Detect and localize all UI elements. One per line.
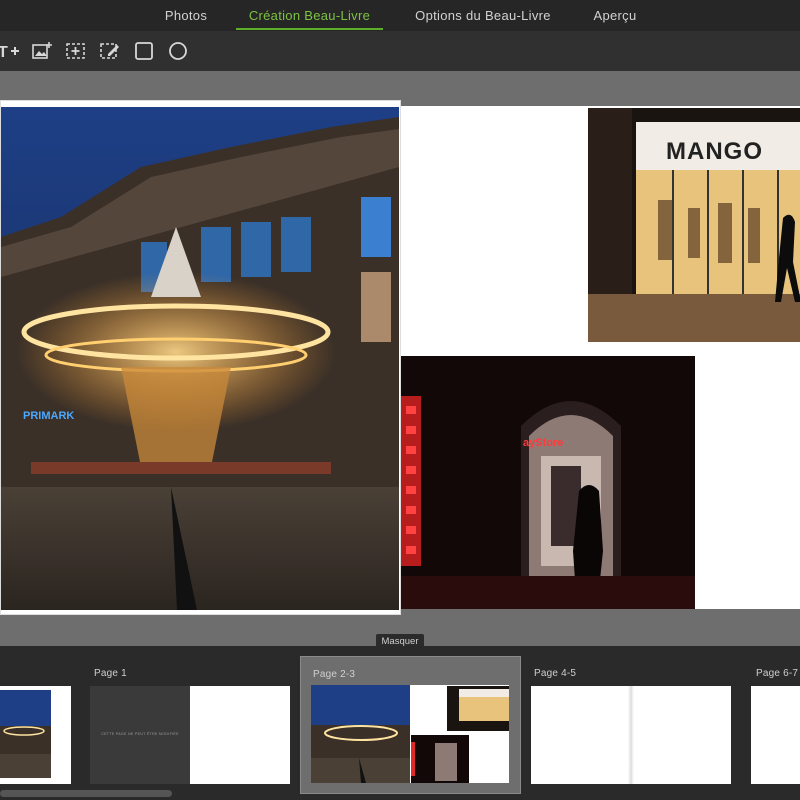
tab-apercu[interactable]: Aperçu [580, 0, 650, 31]
page-filmstrip: Page 1 CETTE PAGE NE PEUT ÊTRE MODIFIÉE … [0, 646, 800, 800]
page-4-5-thumbnail [531, 686, 731, 784]
page-2-3-label: Page 2-3 [313, 669, 356, 680]
cover-page-thumbnail [0, 686, 71, 784]
page-thumb-4-5[interactable]: Page 4-5 [522, 656, 740, 794]
edit-frame-icon[interactable] [98, 39, 122, 63]
tab-creation-beau-livre[interactable]: Création Beau-Livre [236, 0, 383, 31]
svg-text:T: T [0, 44, 8, 61]
store-sign-text: PRIMARK [23, 410, 74, 422]
right-page[interactable]: MANGO ayStore [401, 106, 800, 609]
bookstore-arch-photo[interactable]: ayStore [401, 356, 695, 609]
circle-icon[interactable] [166, 39, 190, 63]
mango-store-photo[interactable]: MANGO [588, 108, 800, 342]
locked-page-text: CETTE PAGE NE PEUT ÊTRE MODIFIÉE [101, 732, 179, 736]
tab-options-beau-livre[interactable]: Options du Beau-Livre [398, 0, 568, 31]
page-2-3-thumbnail [311, 685, 509, 783]
page-1-left-thumbnail: CETTE PAGE NE PEUT ÊTRE MODIFIÉE [90, 686, 190, 784]
page-thumb-cover[interactable] [0, 656, 80, 794]
add-frame-icon[interactable] [64, 39, 88, 63]
rectangle-icon[interactable] [132, 39, 156, 63]
mango-sign-text: MANGO [666, 138, 763, 165]
filmstrip-scrollbar[interactable] [0, 790, 172, 797]
tab-photos[interactable]: Photos [148, 0, 224, 31]
top-navigation: Photos Création Beau-Livre Options du Be… [0, 0, 800, 31]
toolbar: T [0, 31, 800, 71]
page-thumb-6-7[interactable]: Page 6-7 [744, 656, 800, 794]
add-text-icon[interactable]: T [0, 39, 22, 63]
page-thumb-2-3[interactable]: Page 2-3 [300, 656, 521, 794]
page-thumb-1[interactable]: Page 1 CETTE PAGE NE PEUT ÊTRE MODIFIÉE [82, 656, 294, 794]
carousel-photo[interactable]: PRIMARK [1, 107, 399, 610]
page-1-right-thumbnail [190, 686, 290, 784]
page-4-5-label: Page 4-5 [534, 668, 577, 679]
page-6-7-label: Page 6-7 [756, 668, 799, 679]
add-image-icon[interactable] [30, 39, 54, 63]
bookstore-sign-text: ayStore [523, 437, 563, 449]
page-6-7-thumbnail [751, 686, 800, 784]
page-1-label: Page 1 [94, 668, 127, 679]
left-page[interactable]: PRIMARK [0, 100, 401, 615]
